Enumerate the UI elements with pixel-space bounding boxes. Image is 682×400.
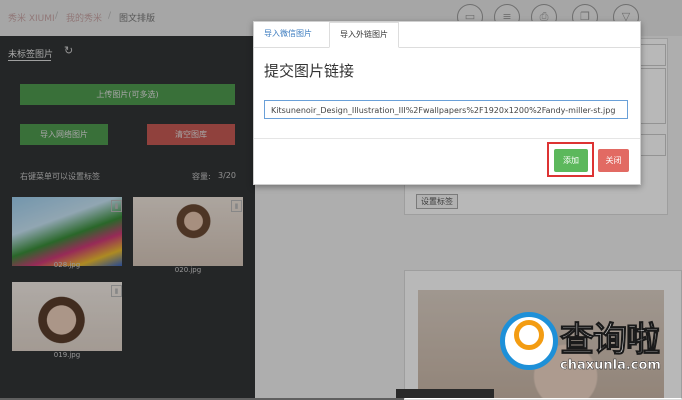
- watermark-logo-q-icon: [514, 320, 544, 350]
- modal-title: 提交图片链接: [264, 62, 355, 80]
- modal-divider: [254, 138, 640, 139]
- watermark-domain: chaxunla.com: [560, 358, 661, 373]
- tab-import-external-image[interactable]: 导入外链图片: [329, 22, 399, 48]
- watermark-brand: 查询啦: [560, 320, 661, 361]
- modal-tab-bar: 导入微信图片 导入外链图片: [254, 22, 640, 48]
- image-url-input[interactable]: Kitsunenoir_Design_Illustration_III%2Fwa…: [264, 100, 628, 119]
- add-button-highlight: [547, 142, 594, 177]
- tab-import-wechat-image[interactable]: 导入微信图片: [254, 22, 322, 46]
- close-button[interactable]: 关闭: [598, 149, 629, 172]
- import-image-modal: 导入微信图片 导入外链图片 提交图片链接 Kitsunenoir_Design_…: [253, 21, 641, 185]
